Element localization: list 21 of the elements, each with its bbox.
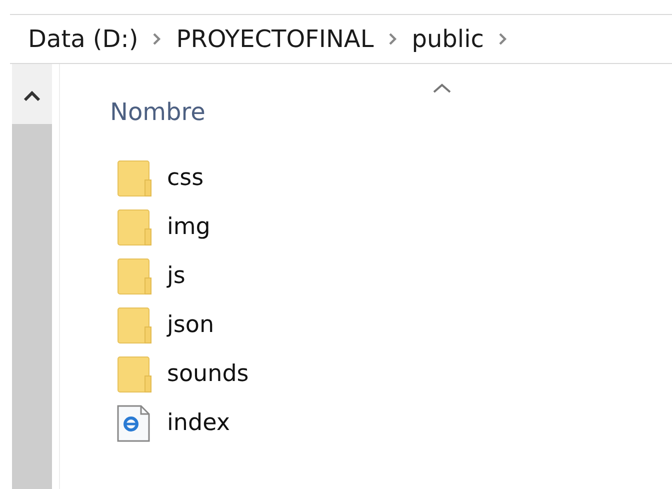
file-name[interactable]: css: [167, 160, 204, 196]
folder-icon: [117, 356, 152, 392]
file-name[interactable]: json: [167, 308, 214, 342]
folder-icon: [117, 208, 152, 246]
folder-icon: [117, 306, 152, 344]
scrollbar-thumb[interactable]: [12, 124, 52, 489]
folder-icon: [117, 258, 152, 294]
breadcrumb-item[interactable]: public: [412, 21, 484, 57]
breadcrumb-item[interactable]: Data (D:): [28, 21, 138, 57]
file-name[interactable]: js: [167, 258, 186, 294]
file-name[interactable]: sounds: [167, 356, 249, 392]
file-name[interactable]: index: [167, 406, 230, 440]
chevron-icon[interactable]: [388, 32, 398, 46]
breadcrumb-item[interactable]: PROYECTOFINAL: [176, 21, 374, 57]
web-file-icon: [117, 404, 152, 442]
folder-icon: [117, 160, 152, 196]
file-name[interactable]: img: [167, 210, 210, 244]
chevron-icon[interactable]: [498, 32, 508, 46]
scroll-up-icon[interactable]: [23, 90, 41, 102]
column-header[interactable]: Nombre: [110, 98, 206, 126]
chevron-icon[interactable]: [152, 32, 162, 46]
